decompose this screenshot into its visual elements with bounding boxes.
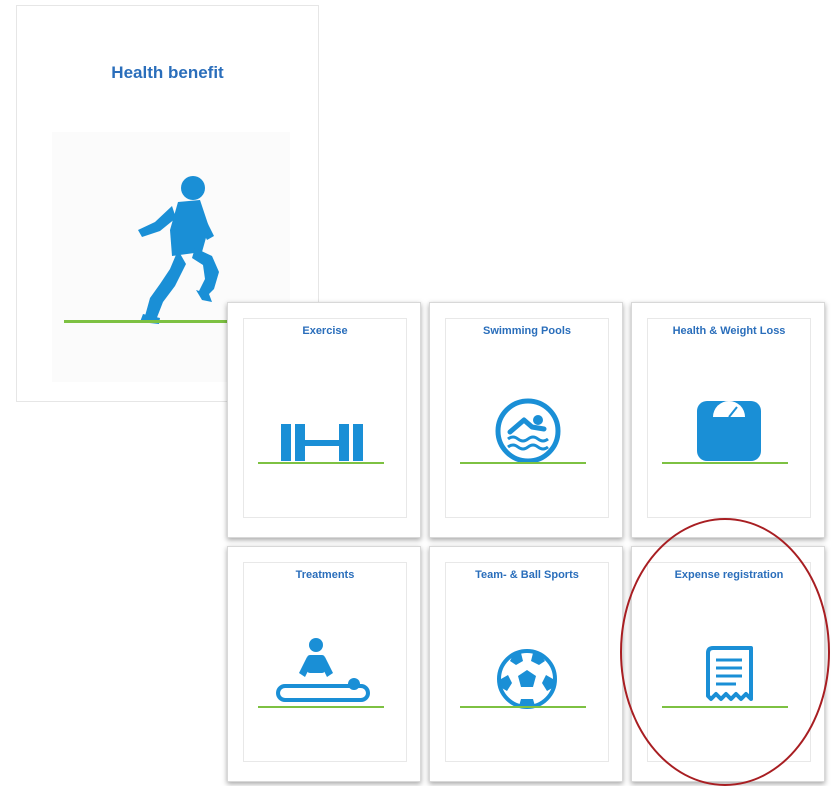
tile-title: Team- & Ball Sports bbox=[475, 569, 579, 581]
tile-title: Swimming Pools bbox=[482, 325, 571, 337]
tile-inner: Health & Weight Loss bbox=[647, 318, 811, 518]
tile-title: Treatments bbox=[295, 569, 355, 581]
tile-inner: Expense registration bbox=[647, 562, 811, 762]
health-benefit-title: Health benefit bbox=[111, 63, 224, 82]
tile-treatments[interactable]: Treatments bbox=[227, 546, 421, 782]
tile-swimming-pools[interactable]: Swimming Pools bbox=[429, 302, 623, 538]
tile-exercise[interactable]: Exercise bbox=[227, 302, 421, 538]
tile-title: Expense registration bbox=[674, 569, 784, 581]
soccer-ball-icon bbox=[460, 649, 586, 709]
tile-expense-registration[interactable]: Expense registration bbox=[631, 546, 825, 782]
tile-inner: Treatments bbox=[243, 562, 407, 762]
receipt-icon bbox=[662, 646, 788, 708]
tile-team-ball-sports[interactable]: Team- & Ball Sports bbox=[429, 546, 623, 782]
tile-inner: Exercise bbox=[243, 318, 407, 518]
tile-title: Exercise bbox=[302, 325, 348, 337]
tile-health-weight-loss[interactable]: Health & Weight Loss bbox=[631, 302, 825, 538]
massage-icon bbox=[258, 638, 384, 708]
dumbbell-icon bbox=[258, 424, 384, 464]
tile-title: Health & Weight Loss bbox=[672, 325, 786, 337]
scale-icon bbox=[662, 401, 788, 464]
tile-inner: Swimming Pools bbox=[445, 318, 609, 518]
tile-inner: Team- & Ball Sports bbox=[445, 562, 609, 762]
swimmer-icon bbox=[460, 398, 586, 464]
